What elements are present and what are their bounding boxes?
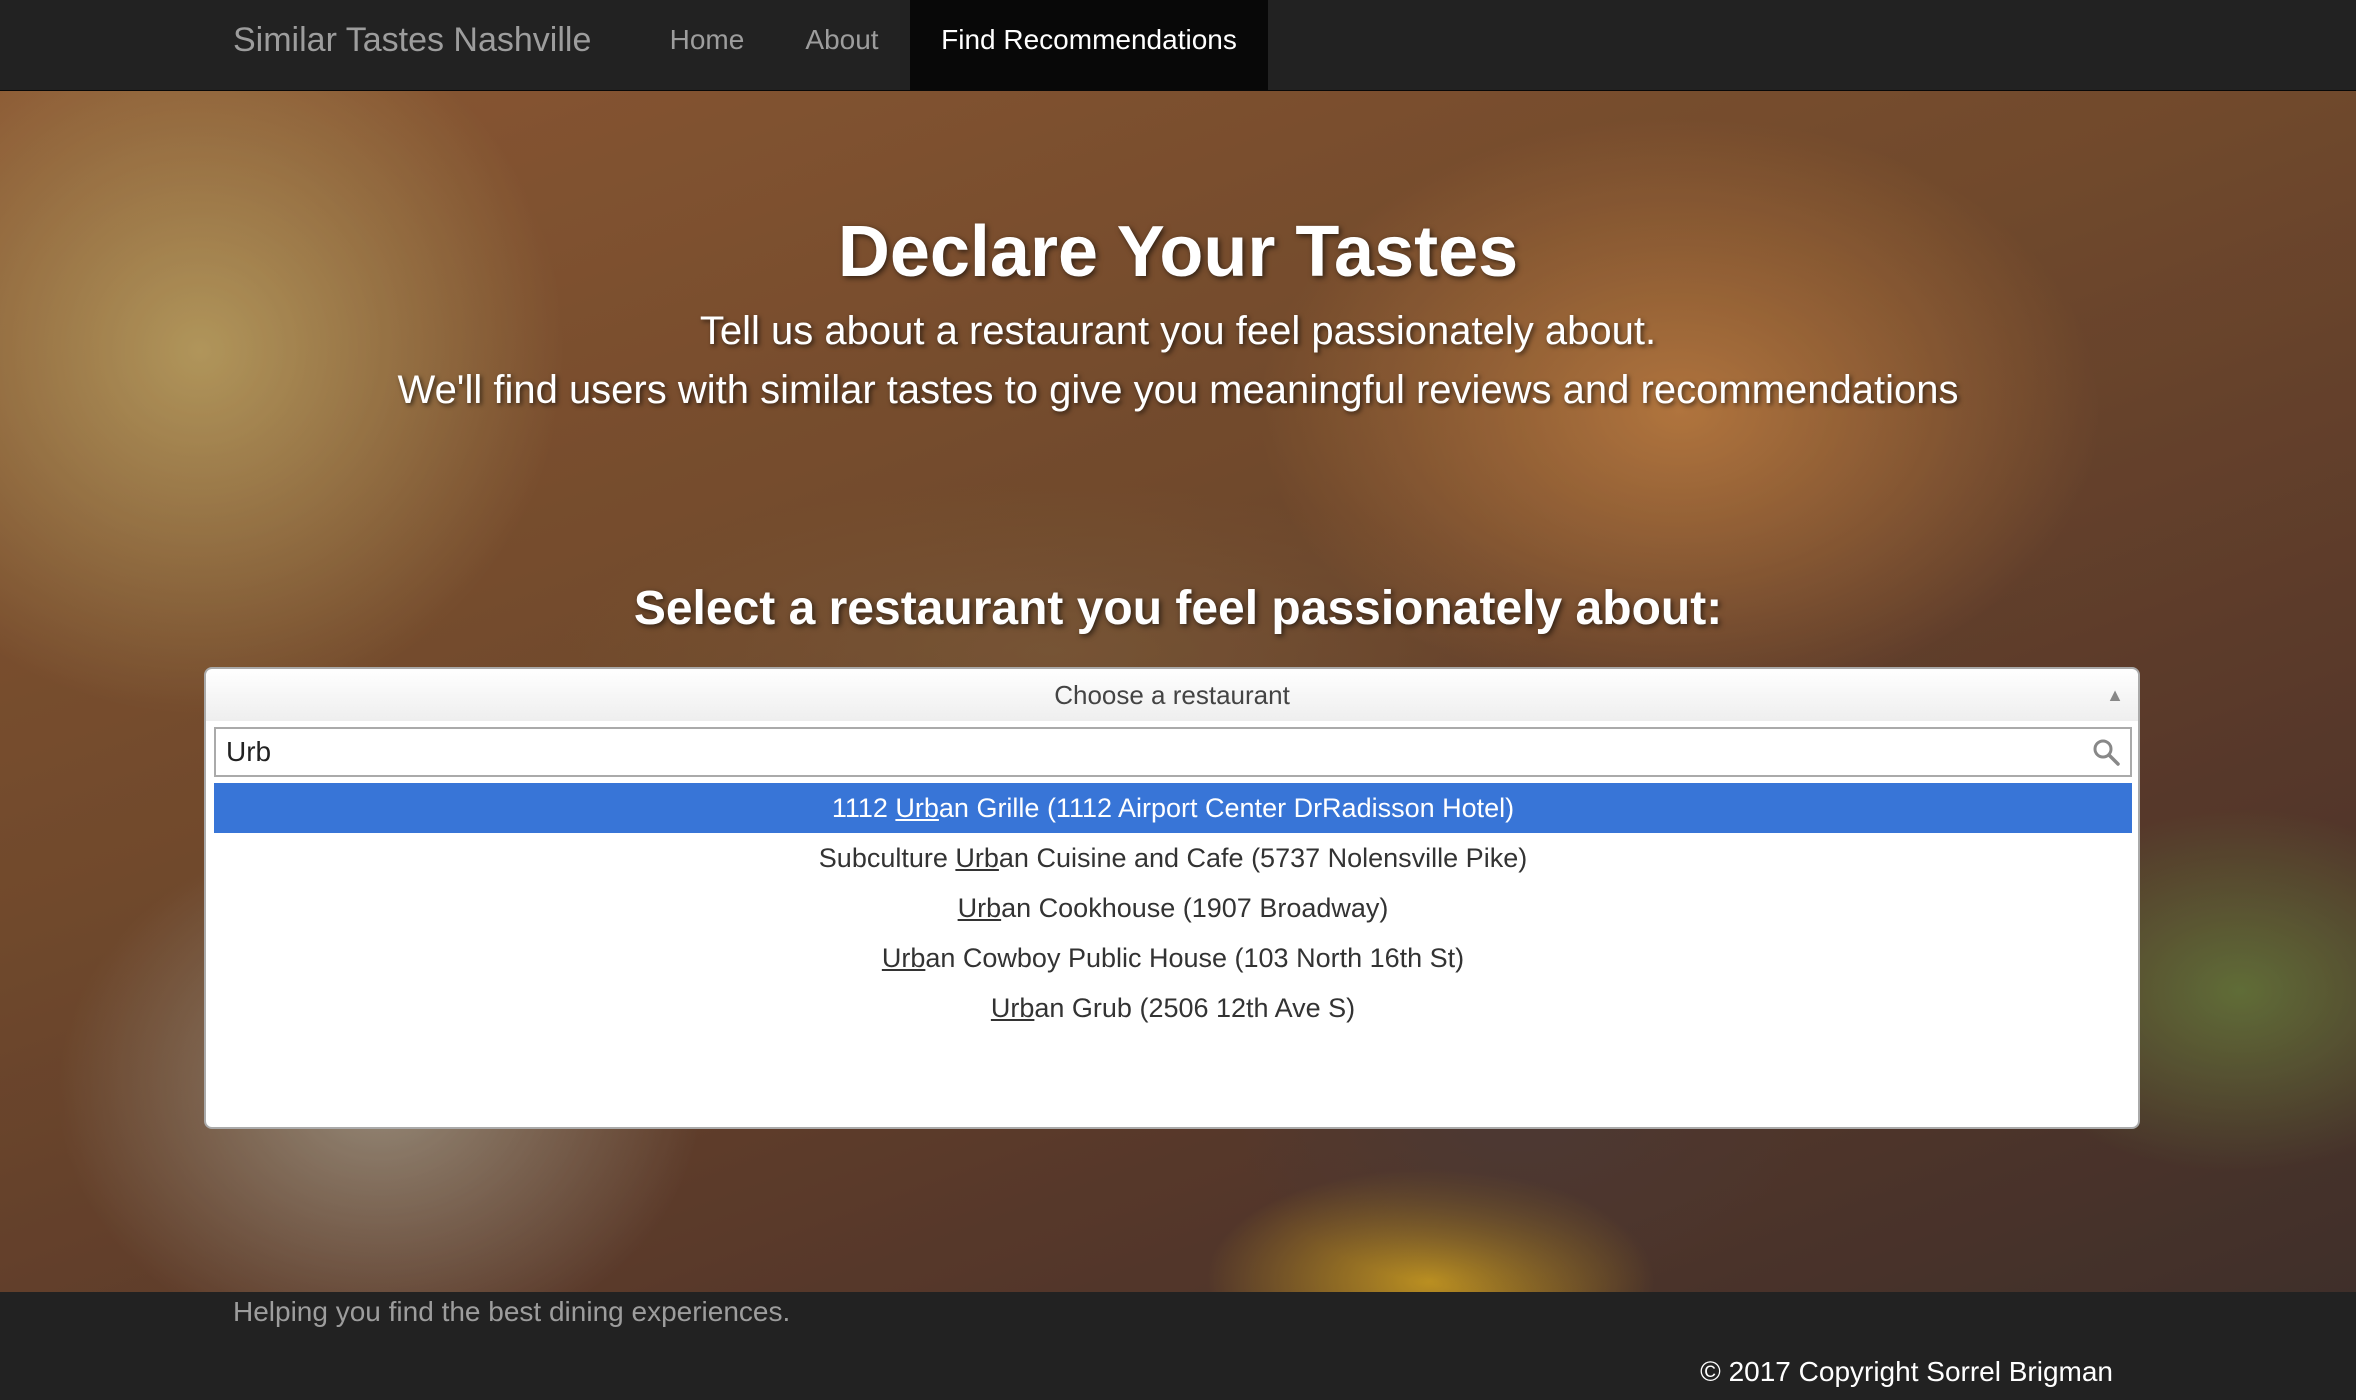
navbar: Similar Tastes Nashville Home About Find… <box>0 0 2356 91</box>
option-subculture-urban-cuisine[interactable]: Subculture Urban Cuisine and Cafe (5737 … <box>214 833 2132 883</box>
caret-up-icon[interactable]: ▲ <box>2106 669 2124 721</box>
option-urban-cowboy[interactable]: Urban Cowboy Public House (103 North 16t… <box>214 933 2132 983</box>
option-1112-urban-grille[interactable]: 1112 Urban Grille (1112 Airport Center D… <box>214 783 2132 833</box>
nav-about[interactable]: About <box>778 0 906 90</box>
search-input[interactable] <box>216 729 2076 775</box>
option-urban-cookhouse[interactable]: Urban Cookhouse (1907 Broadway) <box>214 883 2132 933</box>
option-urban-grub[interactable]: Urban Grub (2506 12th Ave S) <box>214 983 2132 1033</box>
footer-copyright: © 2017 Copyright Sorrel Brigman <box>1700 1356 2113 1387</box>
select-placeholder: Choose a restaurant <box>1054 680 1290 710</box>
nav-home[interactable]: Home <box>648 0 766 90</box>
hero-background: Declare Your Tastes Tell us about a rest… <box>0 91 2356 1292</box>
search-icon <box>2093 739 2120 766</box>
hero-subtitle-line2: We'll find users with similar tastes to … <box>397 368 1959 412</box>
page-title: Declare Your Tastes <box>837 212 1519 292</box>
search-field[interactable] <box>214 727 2132 777</box>
footer-tagline: Helping you find the best dining experie… <box>233 1296 791 1327</box>
brand-link[interactable]: Similar Tastes Nashville <box>233 0 591 90</box>
nav-find-recommendations[interactable]: Find Recommendations <box>910 0 1268 90</box>
select-heading: Select a restaurant you feel passionatel… <box>633 582 1723 635</box>
restaurant-select[interactable]: Choose a restaurant ▲ 1112 Urban Grille … <box>204 667 2140 1129</box>
hero-subtitle-line1: Tell us about a restaurant you feel pass… <box>699 309 1657 353</box>
select-toggle[interactable]: Choose a restaurant ▲ <box>206 669 2138 721</box>
footer: Helping you find the best dining experie… <box>0 1292 2356 1400</box>
